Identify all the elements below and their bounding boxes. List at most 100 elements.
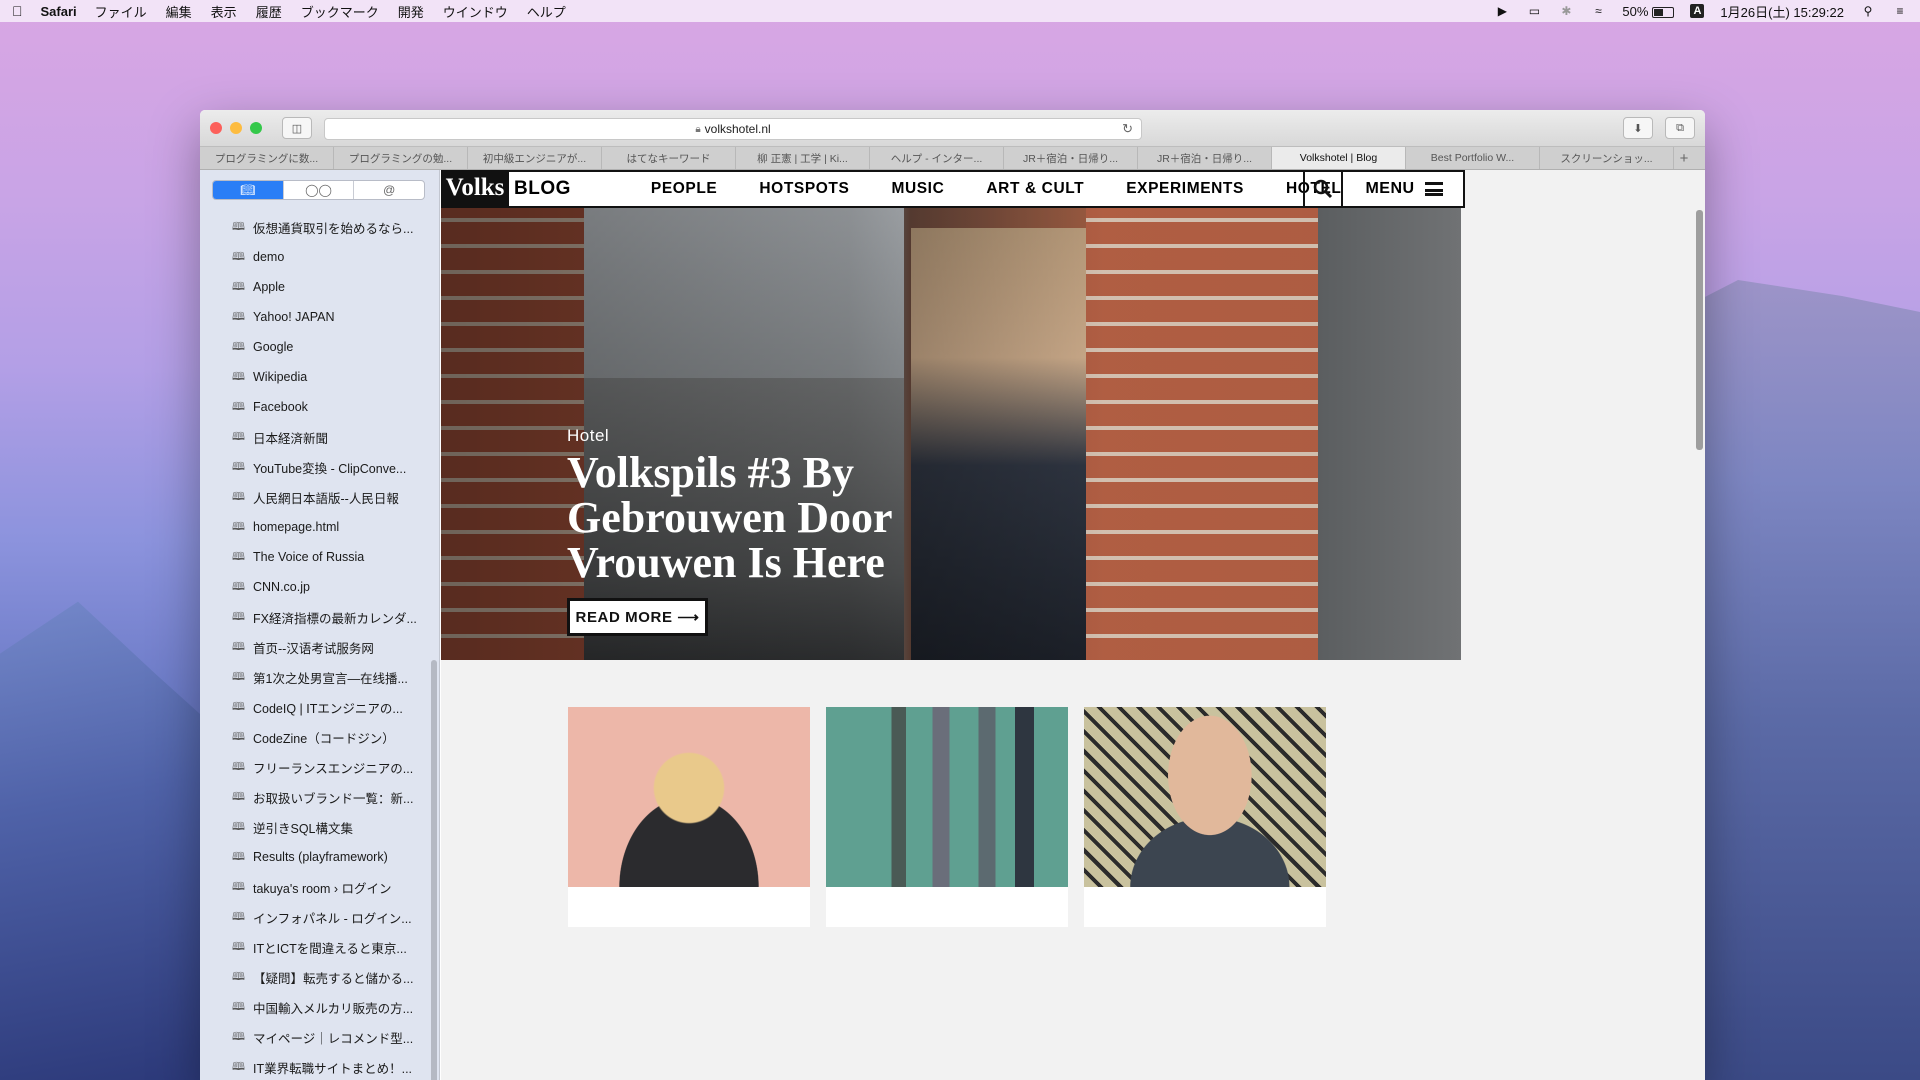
menu-app-name[interactable]: Safari — [41, 4, 77, 19]
bookmark-item[interactable]: 🕮︎ 日本経済新聞 — [200, 422, 432, 452]
close-window-button[interactable] — [210, 122, 222, 134]
bookmark-item[interactable]: 🕮︎ demo — [200, 242, 432, 272]
apple-icon[interactable]:  — [12, 3, 23, 19]
browser-toolbar: ◫ 🔒︎ volkshotel.nl ↻ ⬇ ⧉ — [200, 110, 1705, 146]
shared-links-segment[interactable]: @ — [354, 181, 424, 199]
clock[interactable]: 1月26日(土) 15:29:22 — [1720, 2, 1844, 21]
browser-tab[interactable]: ヘルプ - インター... — [870, 147, 1004, 169]
bookmark-item[interactable]: 🕮︎ homepage.html — [200, 512, 432, 542]
bookmark-item[interactable]: 🕮︎ CodeIQ | ITエンジニアの... — [200, 692, 432, 722]
glasses-icon: ◯◯ — [305, 183, 332, 197]
browser-tab[interactable]: スクリーンショッ... — [1540, 147, 1674, 169]
bookmark-item[interactable]: 🕮︎ 第1次之处男宣言―在线播... — [200, 662, 432, 692]
tab-overview-button[interactable]: ⧉ — [1665, 117, 1695, 139]
bookmark-item[interactable]: 🕮︎ IT業界転職サイトまとめ！... — [200, 1052, 432, 1080]
spotlight-search-icon[interactable]: ⚲ — [1860, 4, 1876, 18]
book-icon: 🕮︎ — [232, 250, 245, 263]
bookmark-item[interactable]: 🕮︎ FX経済指標の最新カレンダ... — [200, 602, 432, 632]
notification-center-icon[interactable]: ≡ — [1892, 4, 1908, 18]
book-icon: 🕮︎ — [232, 880, 245, 893]
zoom-window-button[interactable] — [250, 122, 262, 134]
bookmark-item[interactable]: 🕮︎ マイページ｜レコメンド型... — [200, 1022, 432, 1052]
menu-history[interactable]: 履歴 — [256, 2, 282, 21]
hero-title[interactable]: Volkspils #3 By Gebrouwen Door Vrouwen I… — [567, 450, 947, 585]
battery-status[interactable]: 50% — [1622, 4, 1675, 19]
wifi-icon[interactable]: ≈ — [1590, 4, 1606, 18]
nav-people[interactable]: PEOPLE — [651, 180, 717, 198]
bookmark-item[interactable]: 🕮︎ YouTube変換 - ClipConve... — [200, 452, 432, 482]
bookmark-item[interactable]: 🕮︎ Yahoo! JAPAN — [200, 302, 432, 332]
reload-icon[interactable]: ↻ — [1122, 121, 1133, 137]
bookmark-item[interactable]: 🕮︎ 中国輸入メルカリ販売の方... — [200, 992, 432, 1022]
browser-tab[interactable]: 初中級エンジニアが... — [468, 147, 602, 169]
address-bar[interactable]: 🔒︎ volkshotel.nl ↻ — [324, 118, 1142, 140]
bookmark-item[interactable]: 🕮︎ CNN.co.jp — [200, 572, 432, 602]
menu-edit[interactable]: 編集 — [166, 2, 192, 21]
bookmark-item[interactable]: 🕮︎ Apple — [200, 272, 432, 302]
downloads-button[interactable]: ⬇ — [1623, 117, 1653, 139]
bookmarks-segment[interactable]: 📖︎ — [213, 181, 284, 199]
menu-view[interactable]: 表示 — [211, 2, 237, 21]
read-more-button[interactable]: READ MORE ⟶ — [567, 598, 708, 636]
book-icon: 🕮︎ — [232, 280, 245, 293]
browser-tab[interactable]: はてなキーワード — [602, 147, 736, 169]
bookmark-item[interactable]: 🕮︎ 仮想通貨取引を始めるなら... — [200, 212, 432, 242]
bookmark-item[interactable]: 🕮︎ Google — [200, 332, 432, 362]
bookmark-item[interactable]: 🕮︎ インフォパネル - ログイン... — [200, 902, 432, 932]
article-card[interactable] — [1084, 707, 1326, 927]
bookmark-item[interactable]: 🕮︎ 逆引きSQL構文集 — [200, 812, 432, 842]
menu-bar:  Safari ファイル 編集 表示 履歴 ブックマーク 開発 ウインドウ ヘ… — [0, 0, 1920, 22]
site-logo[interactable]: Volks — [441, 170, 509, 207]
browser-tab[interactable]: JR＋宿泊・日帰り... — [1004, 147, 1138, 169]
bookmark-label: Yahoo! JAPAN — [253, 310, 335, 324]
bookmark-label: IT業界転職サイトまとめ！... — [253, 1061, 413, 1076]
nav-experiments[interactable]: EXPERIMENTS — [1126, 180, 1244, 198]
bookmark-item[interactable]: 🕮︎ Facebook — [200, 392, 432, 422]
book-icon: 🕮︎ — [232, 1000, 245, 1013]
bookmark-item[interactable]: 🕮︎ お取扱いブランド一覧：新... — [200, 782, 432, 812]
nav-art-cult[interactable]: ART & CULT — [986, 180, 1084, 198]
bookmark-item[interactable]: 🕮︎ 人民網日本語版--人民日報 — [200, 482, 432, 512]
hero-category[interactable]: Hotel — [567, 426, 609, 446]
input-source-icon[interactable]: A — [1690, 4, 1705, 18]
bookmark-item[interactable]: 🕮︎ ITとICTを間違えると東京... — [200, 932, 432, 962]
article-card[interactable] — [826, 707, 1068, 927]
browser-tab[interactable]: Volkshotel | Blog — [1272, 147, 1406, 169]
airplay-icon[interactable]: ▭ — [1526, 4, 1542, 18]
play-icon[interactable]: ▶ — [1494, 4, 1510, 18]
bookmark-item[interactable]: 🕮︎ 首页--汉语考试服务网 — [200, 632, 432, 662]
site-logo-sub[interactable]: BLOG — [514, 178, 571, 200]
browser-tab[interactable]: Best Portfolio W... — [1406, 147, 1540, 169]
menu-help[interactable]: ヘルプ — [527, 2, 566, 21]
bluetooth-icon[interactable]: ✱ — [1558, 4, 1574, 18]
bookmark-item[interactable]: 🕮︎ takuya's room › ログイン — [200, 872, 432, 902]
nav-music[interactable]: MUSIC — [891, 180, 944, 198]
bookmark-item[interactable]: 🕮︎ CodeZine（コードジン） — [200, 722, 432, 752]
bookmark-item[interactable]: 🕮︎ Wikipedia — [200, 362, 432, 392]
hero-banner[interactable]: Hotel Volkspils #3 By Gebrouwen Door Vro… — [441, 208, 1461, 660]
browser-tab[interactable]: JR＋宿泊・日帰り... — [1138, 147, 1272, 169]
sidebar-scrollbar[interactable] — [431, 660, 437, 1080]
browser-tab[interactable]: 柳 正憲 | 工学 | Ki... — [736, 147, 870, 169]
minimize-window-button[interactable] — [230, 122, 242, 134]
menu-label: MENU — [1365, 180, 1415, 197]
article-card[interactable] — [568, 707, 810, 927]
reading-list-segment[interactable]: ◯◯ — [284, 181, 355, 199]
site-menu-button[interactable]: MENU — [1345, 172, 1463, 206]
sidebar-toggle-button[interactable]: ◫ — [282, 117, 312, 139]
book-icon: 🕮︎ — [232, 640, 245, 653]
bookmark-item[interactable]: 🕮︎ 【疑問】転売すると儲かる... — [200, 962, 432, 992]
menu-window[interactable]: ウインドウ — [443, 2, 508, 21]
site-search-button[interactable] — [1303, 170, 1343, 208]
page-scrollbar[interactable] — [1696, 210, 1703, 450]
nav-hotspots[interactable]: HOTSPOTS — [759, 180, 849, 198]
new-tab-button[interactable]: + — [1674, 147, 1694, 169]
browser-tab[interactable]: プログラミングに数... — [200, 147, 334, 169]
browser-tab[interactable]: プログラミングの勉... — [334, 147, 468, 169]
menu-file[interactable]: ファイル — [95, 2, 147, 21]
bookmark-item[interactable]: 🕮︎ The Voice of Russia — [200, 542, 432, 572]
menu-bookmarks[interactable]: ブックマーク — [301, 2, 379, 21]
bookmark-item[interactable]: 🕮︎ Results (playframework) — [200, 842, 432, 872]
bookmark-item[interactable]: 🕮︎ フリーランスエンジニアの... — [200, 752, 432, 782]
menu-develop[interactable]: 開発 — [398, 2, 424, 21]
